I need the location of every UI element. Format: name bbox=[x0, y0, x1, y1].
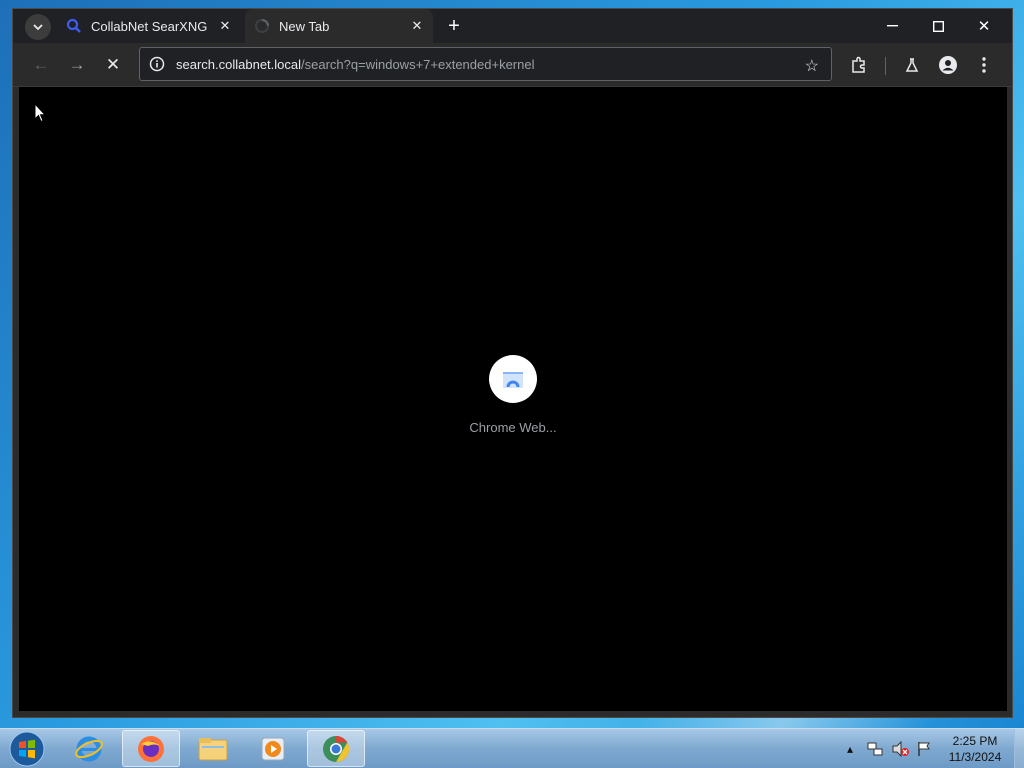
browser-window: CollabNet SearXNG ✕ New Tab ✕ + ✕ ← → ✕ … bbox=[12, 8, 1013, 718]
profile-button[interactable] bbox=[936, 53, 960, 77]
close-window-button[interactable]: ✕ bbox=[961, 9, 1007, 43]
action-center-tray-icon[interactable] bbox=[914, 729, 934, 768]
volume-muted-icon bbox=[892, 741, 909, 757]
show-desktop-button[interactable] bbox=[1014, 729, 1024, 768]
file-explorer-icon bbox=[198, 737, 228, 760]
puzzle-icon bbox=[852, 56, 865, 73]
start-button[interactable] bbox=[6, 729, 48, 768]
stop-button[interactable]: ✕ bbox=[101, 53, 125, 77]
chevron-up-icon: ▴ bbox=[846, 742, 854, 756]
flag-icon bbox=[918, 742, 930, 756]
stop-icon: ✕ bbox=[105, 55, 121, 74]
system-clock[interactable]: 2:25 PM 11/3/2024 bbox=[940, 733, 1010, 765]
plus-icon: + bbox=[448, 14, 460, 37]
labs-button[interactable] bbox=[900, 53, 924, 77]
bookmark-star-icon[interactable]: ☆ bbox=[805, 56, 819, 76]
url-host: search.collabnet.local bbox=[176, 56, 302, 72]
url-text: search.collabnet.local/search?q=windows+… bbox=[176, 57, 534, 72]
chevron-down-icon bbox=[33, 23, 43, 30]
new-tab-button[interactable]: + bbox=[443, 15, 465, 37]
profile-icon bbox=[939, 56, 957, 74]
mouse-cursor-icon bbox=[34, 102, 47, 128]
volume-tray-icon[interactable] bbox=[890, 729, 912, 768]
arrow-right-icon: → bbox=[68, 55, 86, 74]
tab-title: New Tab bbox=[279, 18, 330, 34]
taskbar-media-player[interactable] bbox=[244, 730, 302, 767]
maximize-icon bbox=[932, 20, 944, 32]
tab-collabnet-searxng[interactable]: CollabNet SearXNG ✕ bbox=[57, 9, 241, 43]
search-icon bbox=[65, 17, 83, 35]
taskbar-firefox[interactable] bbox=[122, 730, 180, 767]
page-content: Chrome Web... bbox=[19, 87, 1007, 711]
network-tray-icon[interactable] bbox=[864, 729, 886, 768]
extensions-button[interactable] bbox=[847, 53, 871, 77]
clock-date: 11/3/2024 bbox=[948, 750, 1002, 764]
toolbar-divider bbox=[885, 57, 886, 75]
taskbar-chrome[interactable] bbox=[307, 730, 365, 767]
firefox-icon bbox=[138, 735, 164, 762]
minimize-button[interactable] bbox=[869, 9, 915, 43]
url-path: /search?q=windows+7+extended+kernel bbox=[301, 56, 535, 72]
tab-search-button[interactable] bbox=[25, 14, 51, 40]
windows-logo-icon bbox=[9, 731, 45, 767]
clock-time: 2:25 PM bbox=[952, 734, 998, 748]
menu-button[interactable] bbox=[972, 53, 996, 77]
close-tab-icon[interactable]: ✕ bbox=[407, 16, 427, 36]
taskbar-file-explorer[interactable] bbox=[184, 730, 242, 767]
tab-new-tab[interactable]: New Tab ✕ bbox=[245, 9, 433, 43]
address-bar[interactable]: search.collabnet.local/search?q=windows+… bbox=[139, 47, 832, 81]
loading-label: Chrome Web... bbox=[469, 420, 557, 435]
media-player-icon bbox=[261, 737, 285, 760]
chrome-icon bbox=[323, 735, 350, 762]
flask-icon bbox=[905, 58, 919, 72]
show-hidden-icons-button[interactable]: ▴ bbox=[842, 729, 858, 768]
site-info-icon[interactable] bbox=[148, 55, 166, 73]
tab-strip: CollabNet SearXNG ✕ New Tab ✕ + ✕ bbox=[13, 9, 1012, 43]
loading-spinner-icon bbox=[253, 17, 271, 35]
close-tab-icon[interactable]: ✕ bbox=[215, 16, 235, 36]
internet-explorer-icon bbox=[75, 736, 103, 761]
close-icon: ✕ bbox=[977, 18, 991, 35]
back-button[interactable]: ← bbox=[29, 53, 53, 77]
forward-button[interactable]: → bbox=[65, 53, 89, 77]
tab-title: CollabNet SearXNG bbox=[91, 18, 208, 34]
network-icon bbox=[867, 742, 883, 756]
taskbar-internet-explorer[interactable] bbox=[60, 730, 118, 767]
arrow-left-icon: ← bbox=[32, 55, 50, 74]
minimize-icon bbox=[886, 25, 898, 27]
browser-toolbar: ← → ✕ search.collabnet.local/search?q=wi… bbox=[13, 43, 1012, 87]
more-vert-icon bbox=[982, 57, 986, 73]
taskbar: ▴ 2:25 PM 11/3/2024 bbox=[0, 728, 1024, 768]
maximize-button[interactable] bbox=[915, 9, 961, 43]
chrome-web-store-icon bbox=[489, 355, 537, 403]
